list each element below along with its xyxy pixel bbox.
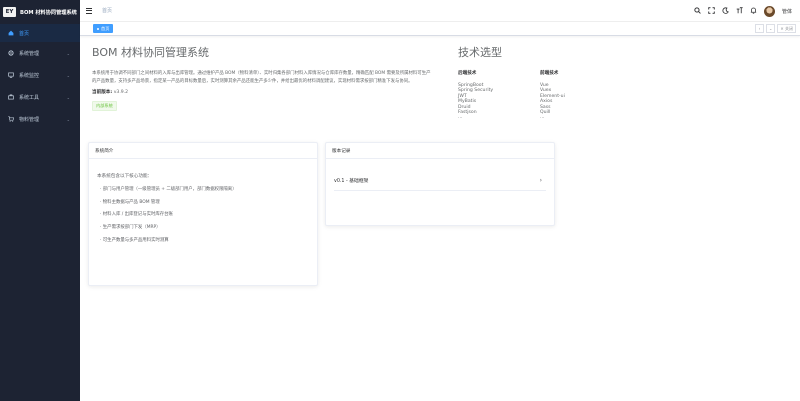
backend-column: 后端技术 SpringBoot Spring Security JWT MyBa…	[458, 70, 540, 121]
logo: EY	[3, 7, 16, 17]
nav-right: 管体	[694, 0, 792, 22]
tags-view: 首页 ‹ ⌄ ✕ 关闭	[80, 22, 800, 36]
changelog-card: 版本记录 v0.1 - 基础框架 ›	[325, 142, 555, 226]
intro-description: 本系统用于协调不同部门之间材料的入库与出库管理。通过维护产品 BOM（物料清单）…	[92, 71, 431, 84]
sidebar-item-label: 系统工具	[19, 94, 40, 101]
avatar[interactable]	[763, 5, 775, 17]
cart-icon	[8, 116, 14, 122]
app-title: BOM 材料协同管理系统	[20, 9, 77, 16]
chevron-down-icon: ⌄	[66, 72, 70, 78]
chevron-down-icon: ⌄	[66, 116, 70, 122]
list-item: · 材料入库 / 出库登记与实时库存台账	[100, 212, 173, 218]
list-item: · 物料主数据与产品 BOM 管理	[100, 199, 160, 205]
tag-label: 首页	[101, 25, 110, 31]
list-item: ...	[540, 115, 545, 121]
moon-icon[interactable]	[722, 6, 729, 16]
changelog-entry-title: v0.1 - 基础框架	[334, 179, 369, 184]
sidebar-item-label: 系统管理	[19, 50, 40, 57]
close-all-button[interactable]: ✕ 关闭	[777, 24, 796, 33]
sidebar-item-monitor[interactable]: 系统监控 ⌄	[0, 64, 80, 86]
breadcrumb[interactable]: 首页	[102, 7, 112, 14]
font-size-icon[interactable]	[736, 6, 743, 16]
monitor-icon	[8, 72, 14, 78]
sidebar-item-system[interactable]: 系统管理 ⌄	[0, 42, 80, 64]
sidebar-item-tools[interactable]: 系统工具 ⌄	[0, 86, 80, 108]
intro-section: BOM 材料协同管理系统 本系统用于协调不同部门之间材料的入库与出库管理。通过维…	[92, 44, 432, 111]
version-value: v3.9.2	[113, 90, 129, 95]
frontend-title: 前端技术	[540, 71, 559, 76]
logo-row[interactable]: EY BOM 材料协同管理系统	[0, 0, 80, 24]
list-item: · 可生产数量与多产品用料实时测算	[100, 237, 169, 243]
navbar: 首页 管体	[80, 0, 800, 22]
hamburger-icon[interactable]	[86, 7, 92, 14]
chevron-down-icon[interactable]: ⌄	[766, 24, 776, 33]
tech-title: 技术选型	[458, 46, 502, 59]
list-item: · 部门与用户管理（一级管理员 + 二级部门用户，部门数据权限隔离）	[100, 187, 237, 192]
sidebar-item-materials[interactable]: 物料管理 ⌄	[0, 108, 80, 130]
gear-icon	[8, 50, 14, 56]
list-item: ...	[458, 115, 463, 121]
changelog-entry[interactable]: v0.1 - 基础框架 ›	[334, 171, 546, 191]
frontend-column: 前端技术 Vue Vuex Element-ui Axios Sass Quil…	[540, 70, 622, 121]
tag-home[interactable]: 首页	[93, 24, 114, 33]
bell-icon[interactable]	[750, 7, 757, 16]
home-icon	[8, 30, 14, 36]
fullscreen-icon[interactable]	[708, 6, 715, 16]
chevron-down-icon: ⌄	[66, 50, 70, 56]
chevron-right-icon: ›	[539, 177, 542, 184]
card-header: 系统简介	[89, 143, 317, 159]
sidebar-item-label: 系统监控	[19, 72, 40, 79]
sidebar-item-label: 首页	[19, 30, 30, 37]
user-name[interactable]: 管体	[782, 8, 792, 15]
chevron-left-icon[interactable]: ‹	[755, 24, 765, 33]
version-line: 当前版本: v3.9.2	[92, 89, 432, 95]
search-icon[interactable]	[694, 6, 701, 16]
toolbox-icon	[8, 94, 14, 100]
backend-title: 后端技术	[458, 71, 477, 76]
tech-section: 技术选型 后端技术 SpringBoot Spring Security JWT…	[458, 44, 658, 121]
status-badge: 内部系统	[92, 101, 117, 111]
dot-icon	[97, 27, 99, 30]
card-lead: 本系统包含以下核心功能：	[97, 174, 153, 179]
sidebar: EY BOM 材料协同管理系统 首页 系统管理 ⌄ 系统监控 ⌄ 系统工具 ⌄ …	[0, 0, 80, 401]
system-intro-card: 系统简介 本系统包含以下核心功能： · 部门与用户管理（一级管理员 + 二级部门…	[88, 142, 318, 286]
sidebar-item-home[interactable]: 首页	[0, 24, 80, 42]
tags-right: ‹ ⌄ ✕ 关闭	[755, 24, 796, 33]
card-header: 版本记录	[326, 143, 554, 159]
chevron-down-icon: ⌄	[66, 94, 70, 100]
sidebar-item-label: 物料管理	[19, 116, 40, 123]
list-item: · 生产需求按部门下发（MRP）	[100, 225, 161, 231]
version-label: 当前版本:	[92, 90, 113, 95]
main-content: BOM 材料协同管理系统 本系统用于协调不同部门之间材料的入库与出库管理。通过维…	[80, 36, 800, 401]
page-title: BOM 材料协同管理系统	[92, 46, 209, 59]
